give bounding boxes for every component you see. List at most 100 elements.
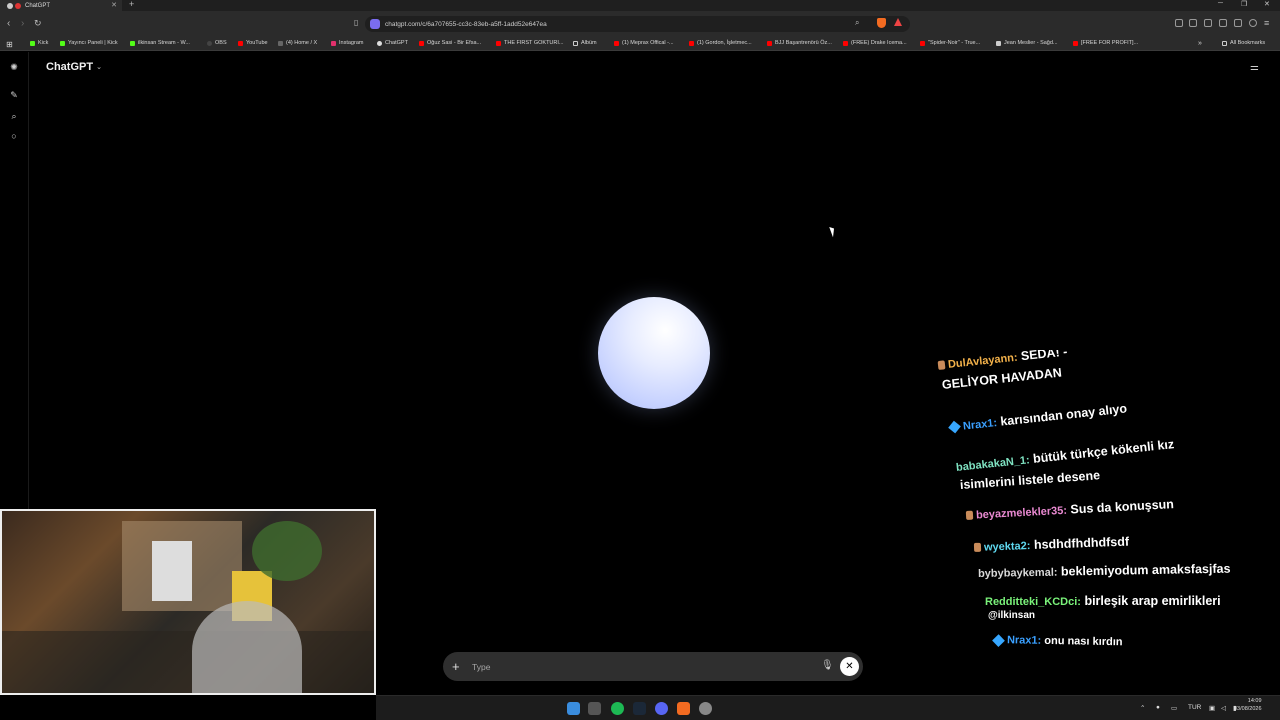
bookmark-favicon-icon (767, 40, 772, 46)
bookmark-8[interactable]: Oğuz Sasi - Bir Efsa... (419, 40, 481, 46)
tab-close-icon[interactable]: ✕ (111, 1, 117, 9)
chat-bubble-icon[interactable]: ○ (9, 131, 19, 141)
composer: + 🎙 ✕ (443, 652, 863, 681)
menu-icon[interactable]: ≡ (1264, 18, 1269, 28)
all-bookmarks[interactable]: All Bookmarks (1222, 40, 1265, 46)
bookmark-favicon-icon (996, 40, 1001, 46)
zoom-icon[interactable]: ⌕ (855, 18, 859, 28)
webcam-poster (152, 541, 192, 601)
obs-icon[interactable] (699, 702, 712, 715)
browser-tab-active[interactable]: ChatGPT ✕ (0, 0, 122, 11)
model-name: ChatGPT (46, 61, 94, 73)
diamond-badge-icon (992, 633, 1005, 647)
bookmark-14[interactable]: (FREE) Drake Icema... (843, 40, 907, 46)
chat-message: beyazmelekler35: Sus da konuşsun (965, 497, 1174, 522)
bookmark-0[interactable]: Kick (30, 40, 48, 46)
folder-icon (573, 40, 578, 46)
chat-message: Nrax1: karısından onay alıyo (948, 401, 1128, 434)
end-voice-button[interactable]: ✕ (840, 657, 859, 676)
bookmark-12[interactable]: (1) Gordon, İşletmec... (689, 40, 752, 46)
bookmark-favicon-icon (207, 40, 212, 46)
bookmark-favicon-icon (331, 40, 336, 46)
brave-rewards-icon[interactable] (894, 18, 902, 26)
maximize-icon[interactable]: ❐ (1241, 0, 1247, 8)
start-icon[interactable] (567, 702, 580, 715)
media-icon[interactable] (1189, 19, 1197, 27)
reload-icon[interactable]: ↻ (34, 18, 42, 29)
extensions-icon[interactable] (1175, 19, 1183, 27)
system-clock[interactable]: 14:09 03/08/2026 (1234, 697, 1262, 713)
bookmark-favicon-icon (419, 40, 424, 46)
wallet-icon[interactable] (1219, 19, 1227, 27)
new-chat-icon[interactable]: ✎ (9, 90, 19, 100)
clock-time: 14:09 (1247, 698, 1262, 704)
bookmark-4[interactable]: YouTube (238, 40, 268, 46)
forward-icon[interactable]: › (21, 18, 24, 29)
minimize-icon[interactable]: ─ (1218, 0, 1223, 7)
vpn-icon[interactable] (1249, 19, 1257, 27)
voice-mode-orb (598, 297, 710, 409)
brave-icon[interactable] (677, 702, 690, 715)
network-icon[interactable]: ▭ (1171, 704, 1177, 712)
new-tab-icon[interactable]: + (129, 0, 134, 9)
bookmark-11[interactable]: (1) Meprax Offical -... (614, 40, 674, 46)
bookmark-favicon-icon (1073, 40, 1078, 46)
tab-favicon-icon (7, 2, 13, 9)
search-icon[interactable]: ⌕ (9, 111, 19, 121)
back-icon[interactable]: ‹ (7, 18, 10, 29)
bookmark-favicon-icon (377, 40, 382, 46)
bookmark-9[interactable]: THE FIRST GOKTURI... (496, 40, 564, 46)
tab-title: ChatGPT (25, 2, 51, 9)
apps-icon[interactable]: ⊞ (6, 40, 13, 49)
bookmark-17[interactable]: [FREE FOR PROFIT]... (1073, 40, 1138, 46)
plus-icon[interactable]: + (452, 659, 464, 674)
window-close-icon[interactable]: ✕ (1264, 0, 1270, 8)
site-info-icon[interactable] (370, 19, 380, 29)
brave-shield-icon[interactable] (877, 18, 886, 28)
chat-message: wyekta2: hsdhdfhdhdfsdf (973, 535, 1129, 554)
composer-input[interactable] (472, 661, 802, 672)
chevron-down-icon: ⌄ (96, 64, 102, 71)
microphone-icon[interactable]: 🎙 (821, 660, 834, 671)
bookmark-page-icon[interactable]: ▯ (354, 18, 358, 27)
leo-icon[interactable] (1234, 19, 1242, 27)
bookmark-favicon-icon (30, 40, 35, 46)
bookmark-favicon-icon (843, 40, 848, 46)
bookmark-favicon-icon (238, 40, 243, 46)
tab-strip: ChatGPT ✕ + ─ ❐ ✕ (0, 0, 1280, 11)
webcam-person (192, 601, 302, 693)
clock-date: 03/08/2026 (1234, 706, 1262, 712)
settings-sliders-icon[interactable]: ⚌ (1250, 62, 1259, 73)
badge-icon (965, 510, 974, 521)
task-view-icon[interactable] (588, 702, 601, 715)
tray-overflow-icon[interactable]: ⌃ (1140, 704, 1145, 712)
bookmark-2[interactable]: ilkinsan Stream - W... (130, 40, 190, 46)
bookmark-3[interactable]: OBS (207, 40, 227, 46)
bookmark-6[interactable]: Instagram (331, 40, 363, 46)
bookmark-favicon-icon (496, 40, 501, 46)
bookmark-16[interactable]: Jean Meslier - Sağd... (996, 40, 1058, 46)
bookmark-favicon-icon (278, 40, 283, 46)
steam-icon[interactable] (633, 702, 646, 715)
bookmark-13[interactable]: BJJ Başantrenörü Öz... (767, 40, 832, 46)
language-indicator[interactable]: TUR (1188, 704, 1201, 711)
more-bookmarks-icon[interactable]: » (1198, 40, 1202, 47)
badge-icon (937, 360, 946, 371)
bookmark-10[interactable]: Albüm (573, 40, 597, 46)
address-bar[interactable]: chatgpt.com/c/6a707655-cc3c-83eb-a5ff-1a… (365, 16, 910, 32)
model-selector[interactable]: ChatGPT ⌄ (46, 61, 102, 73)
windows-taskbar: ⌃ ● ▭ TUR ▣ ◁ ▮ (376, 695, 1280, 720)
openai-logo-icon[interactable]: ✺ (9, 62, 19, 72)
discord-icon[interactable] (655, 702, 668, 715)
display-icon[interactable]: ▣ (1209, 704, 1215, 712)
browser-toolbar: ‹ › ↻ ▯ chatgpt.com/c/6a707655-cc3c-83eb… (0, 11, 1280, 37)
volume-icon[interactable]: ◁ (1221, 704, 1226, 712)
sidebar-toggle-icon[interactable] (1204, 19, 1212, 27)
bookmark-1[interactable]: Yayıncı Paneli | Kick (60, 40, 118, 46)
recording-icon (15, 2, 21, 9)
mic-tray-icon[interactable]: ● (1156, 704, 1160, 711)
spotify-icon[interactable] (611, 702, 624, 715)
bookmark-7[interactable]: ChatGPT (377, 40, 408, 46)
bookmark-15[interactable]: "Spider-Noir" - True... (920, 40, 980, 46)
bookmark-5[interactable]: (4) Home / X (278, 40, 317, 46)
